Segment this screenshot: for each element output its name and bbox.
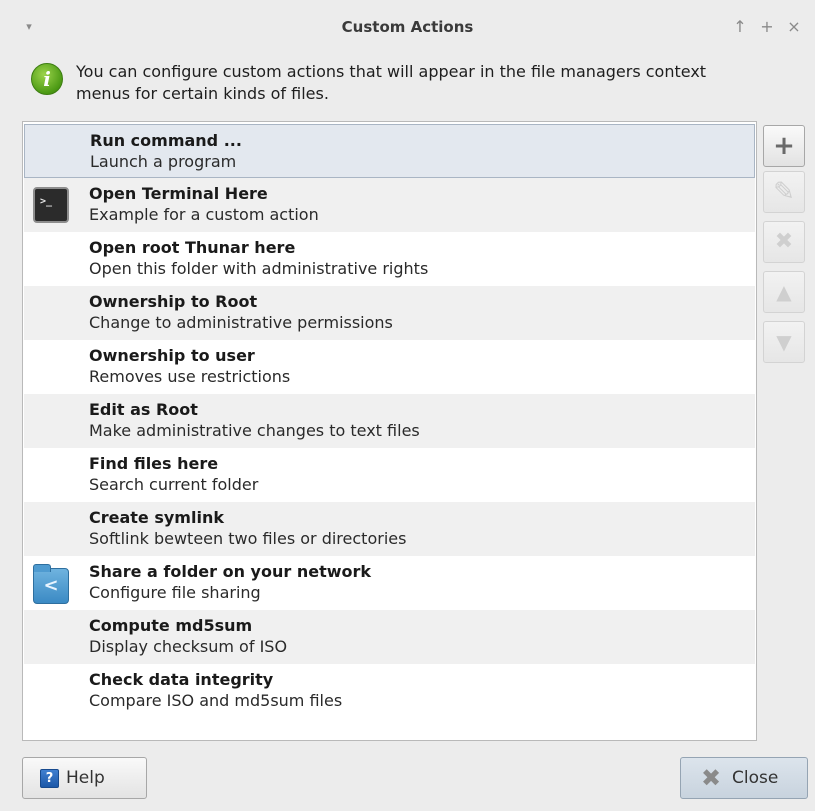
- action-row-find-files[interactable]: Find files here Search current folder: [24, 448, 755, 502]
- action-description: Removes use restrictions: [89, 367, 291, 386]
- action-name: Ownership to Root: [89, 292, 258, 311]
- action-row-share-folder[interactable]: < Share a folder on your network Configu…: [24, 556, 755, 610]
- add-icon: +: [773, 131, 795, 161]
- action-description: Change to administrative permissions: [89, 313, 393, 332]
- action-description: Compare ISO and md5sum files: [89, 691, 343, 710]
- action-description: Display checksum of ISO: [89, 637, 288, 656]
- info-icon: i: [31, 63, 63, 95]
- action-name: Run command ...: [90, 131, 242, 150]
- window-title: Custom Actions: [341, 18, 474, 36]
- action-name: Compute md5sum: [89, 616, 253, 635]
- edit-action-button[interactable]: ✎: [763, 171, 805, 213]
- action-row-ownership-user[interactable]: Ownership to user Removes use restrictio…: [24, 340, 755, 394]
- action-description: Make administrative changes to text file…: [89, 421, 420, 440]
- close-window-icon[interactable]: ×: [786, 17, 802, 37]
- action-name: Open root Thunar here: [89, 238, 296, 257]
- action-row-run-command[interactable]: Run command ... Launch a program: [24, 124, 755, 178]
- folder-share-icon: <: [33, 564, 69, 604]
- help-icon: ?: [40, 769, 59, 788]
- action-description: Open this folder with administrative rig…: [89, 259, 429, 278]
- action-name: Find files here: [89, 454, 219, 473]
- action-row-ownership-root[interactable]: Ownership to Root Change to administrati…: [24, 286, 755, 340]
- close-button-label: Close: [732, 768, 779, 788]
- close-icon: ✖: [700, 764, 722, 792]
- action-name: Check data integrity: [89, 670, 274, 689]
- title-bar: ▾ Custom Actions ↑ + ×: [0, 0, 815, 56]
- action-name: Create symlink: [89, 508, 224, 527]
- help-button[interactable]: ? Help: [22, 757, 147, 799]
- action-description: Search current folder: [89, 475, 259, 494]
- move-down-button[interactable]: ▼: [763, 321, 805, 363]
- action-name: Edit as Root: [89, 400, 198, 419]
- action-description: Softlink bewteen two files or directorie…: [89, 529, 407, 548]
- add-action-button[interactable]: +: [763, 125, 805, 167]
- help-button-label: Help: [66, 768, 105, 788]
- action-name: Open Terminal Here: [89, 184, 268, 203]
- info-message: You can configure custom actions that wi…: [76, 62, 707, 103]
- close-button[interactable]: ✖ Close: [680, 757, 808, 799]
- action-description: Launch a program: [90, 152, 237, 171]
- move-up-button[interactable]: ▲: [763, 271, 805, 313]
- action-description: Configure file sharing: [89, 583, 261, 602]
- action-row-create-symlink[interactable]: Create symlink Softlink bewteen two file…: [24, 502, 755, 556]
- terminal-icon: >_: [33, 187, 69, 223]
- actions-list[interactable]: Run command ... Launch a program >_ Open…: [22, 121, 757, 741]
- maximize-icon[interactable]: +: [759, 17, 775, 37]
- action-row-check-integrity[interactable]: Check data integrity Compare ISO and md5…: [24, 664, 755, 718]
- action-row-open-terminal[interactable]: >_ Open Terminal Here Example for a cust…: [24, 178, 755, 232]
- keep-above-icon[interactable]: ↑: [732, 17, 748, 37]
- action-row-open-root-thunar[interactable]: Open root Thunar here Open this folder w…: [24, 232, 755, 286]
- action-name: Ownership to user: [89, 346, 255, 365]
- delete-icon: ✖: [774, 229, 794, 254]
- move-down-icon: ▼: [776, 330, 792, 354]
- action-row-compute-md5sum[interactable]: Compute md5sum Display checksum of ISO: [24, 610, 755, 664]
- action-description: Example for a custom action: [89, 205, 319, 224]
- action-name: Share a folder on your network: [89, 562, 372, 581]
- delete-action-button[interactable]: ✖: [763, 221, 805, 263]
- custom-actions-dialog: ▾ Custom Actions ↑ + × i You can configu…: [0, 0, 815, 811]
- action-row-edit-as-root[interactable]: Edit as Root Make administrative changes…: [24, 394, 755, 448]
- move-up-icon: ▲: [776, 280, 792, 304]
- edit-icon: ✎: [773, 177, 795, 207]
